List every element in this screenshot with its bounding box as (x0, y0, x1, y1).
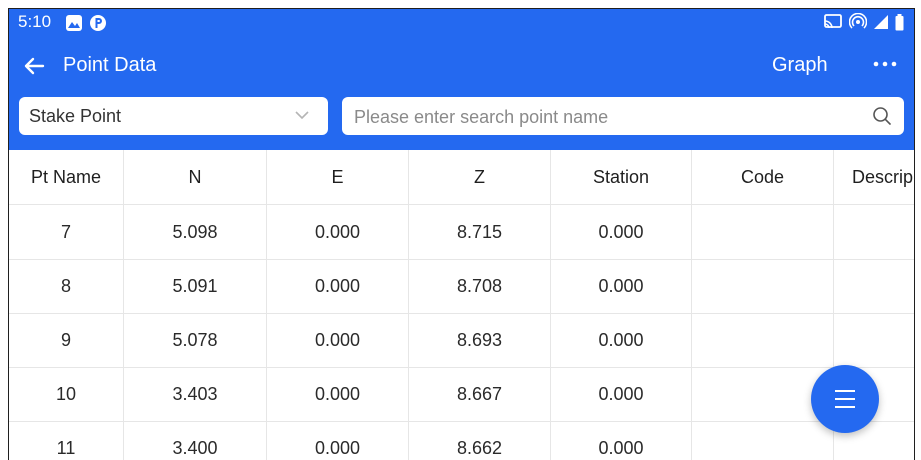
table-cell: 0.000 (267, 421, 409, 460)
table-cell: 5.098 (124, 205, 267, 259)
table-header-row: Pt Name N E Z Station Code Descrip (9, 150, 914, 205)
table-cell: 7 (9, 205, 124, 259)
search-box (342, 97, 904, 135)
battery-icon (895, 13, 904, 30)
table-cell: 0.000 (551, 259, 692, 313)
column-header: Pt Name (9, 150, 124, 204)
page-title: Point Data (63, 54, 157, 76)
status-time: 5:10 (18, 12, 52, 31)
table-cell: 0.000 (267, 205, 409, 259)
table-row[interactable]: 11 3.400 0.000 8.662 0.000 (9, 421, 914, 460)
column-header: E (267, 150, 409, 204)
status-icons (823, 13, 904, 31)
table-cell: 0.000 (551, 421, 692, 460)
search-icon[interactable] (872, 106, 892, 126)
table-cell: 3.400 (124, 421, 267, 460)
search-input[interactable] (352, 103, 856, 131)
table-cell: 0.000 (551, 313, 692, 367)
table-cell: 10 (9, 367, 124, 421)
table-cell: 8.715 (409, 205, 551, 259)
table-cell: 0.000 (267, 313, 409, 367)
table-cell (834, 205, 914, 259)
table-cell (692, 259, 834, 313)
point-type-value: Stake Point (29, 106, 122, 126)
table-cell: 0.000 (267, 259, 409, 313)
table-cell: 0.000 (551, 367, 692, 421)
table-cell: 9 (9, 313, 124, 367)
column-header: Descrip (852, 167, 914, 187)
table-cell: 5.091 (124, 259, 267, 313)
parking-notification-icon (90, 15, 106, 31)
table-cell: 3.403 (124, 367, 267, 421)
menu-fab-button[interactable] (811, 365, 879, 433)
back-arrow-icon[interactable] (19, 51, 49, 81)
table-cell: 8.667 (409, 367, 551, 421)
table-row[interactable]: 8 5.091 0.000 8.708 0.000 (9, 259, 914, 314)
table-cell: 11 (9, 421, 124, 460)
title-bar: Point Data Graph (9, 49, 914, 89)
table-row[interactable]: 9 5.078 0.000 8.693 0.000 (9, 313, 914, 368)
chevron-down-icon (295, 111, 309, 120)
column-header: Z (409, 150, 551, 204)
gallery-notification-icon (66, 15, 82, 31)
table-cell: 0.000 (267, 367, 409, 421)
more-options-icon[interactable] (867, 49, 903, 79)
table-cell: 8.693 (409, 313, 551, 367)
table-cell (692, 421, 834, 460)
table-cell: 0.000 (551, 205, 692, 259)
status-bar: 5:10 (9, 9, 914, 37)
hotspot-icon (849, 13, 867, 29)
table-cell: 5.078 (124, 313, 267, 367)
table-cell: 8.662 (409, 421, 551, 460)
table-cell (692, 205, 834, 259)
table-row[interactable]: 10 3.403 0.000 8.667 0.000 (9, 367, 914, 422)
column-header: N (124, 150, 267, 204)
column-header: Station (551, 150, 692, 204)
table-cell (834, 313, 914, 367)
column-header: Code (692, 150, 834, 204)
menu-icon (835, 390, 855, 408)
table-cell: 8.708 (409, 259, 551, 313)
signal-icon (874, 15, 888, 29)
graph-button[interactable]: Graph (772, 54, 828, 77)
table-cell: 8 (9, 259, 124, 313)
cast-icon (824, 14, 842, 29)
table-row[interactable]: 7 5.098 0.000 8.715 0.000 (9, 205, 914, 260)
table-cell (834, 259, 914, 313)
app-window: 5:10 Point Data Graph Stake Point Please… (8, 8, 915, 460)
table-cell (692, 313, 834, 367)
point-type-select[interactable]: Stake Point (19, 97, 328, 135)
